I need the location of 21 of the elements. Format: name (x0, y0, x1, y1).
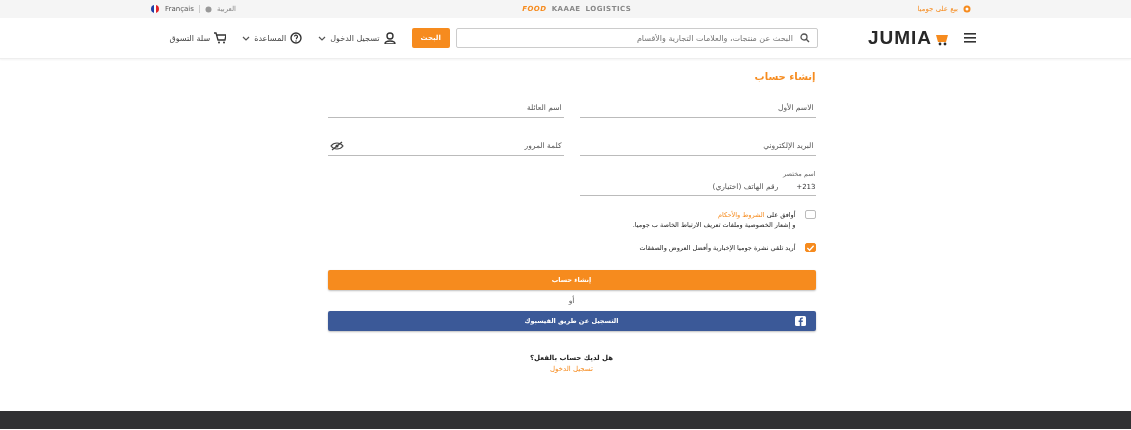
search-icon (799, 33, 810, 43)
checkbox[interactable] (804, 243, 816, 252)
caret-icon (242, 35, 251, 41)
checkbox[interactable] (804, 210, 816, 219)
form-title: إنشاء حساب (753, 71, 816, 82)
sell-icon (963, 5, 971, 13)
caret-icon (318, 35, 327, 41)
check-icon (805, 243, 815, 252)
cart-link[interactable]: سلة التسوق (169, 33, 211, 43)
search-field[interactable]: البحث عن منتجات، والعلامات التجارية والأقسام (455, 28, 818, 48)
help-link[interactable]: المساعدة (254, 33, 287, 43)
menu-icon (964, 33, 976, 43)
cart-icon (214, 32, 227, 44)
flag-icon (150, 5, 160, 13)
hide-password-icon (329, 141, 344, 151)
help-icon (290, 32, 303, 44)
jumia-logo[interactable]: JUMIA (867, 27, 932, 49)
account-link[interactable]: تسجيل الدخول (330, 33, 380, 43)
globe-icon (204, 5, 212, 13)
user-icon (383, 32, 396, 44)
facebook-icon (794, 316, 806, 326)
